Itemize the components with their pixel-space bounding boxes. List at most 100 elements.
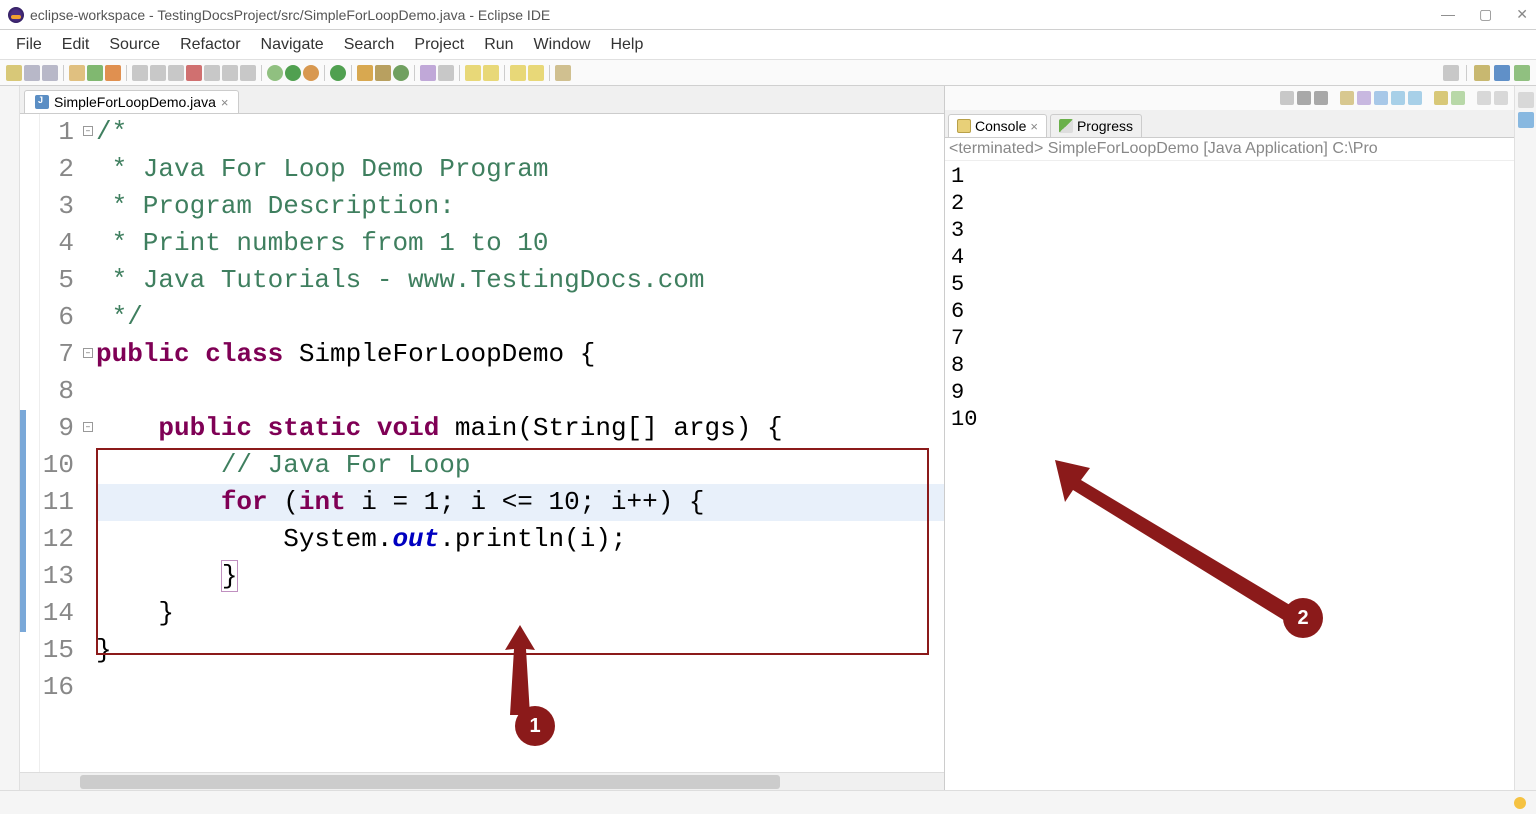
open-task-icon[interactable] (420, 65, 436, 81)
run-icon[interactable] (285, 65, 301, 81)
open-type-icon[interactable] (69, 65, 85, 81)
editor-tab-label: SimpleForLoopDemo.java (54, 94, 216, 110)
code-line-7[interactable]: public class SimpleForLoopDemo { (96, 336, 944, 373)
build-icon[interactable] (87, 65, 103, 81)
new-class-icon[interactable] (393, 65, 409, 81)
fold-gutter: – – – (82, 114, 96, 772)
editor-body[interactable]: 12345678910111213141516 ––– /* * Java Fo… (20, 114, 944, 772)
run-last-icon[interactable] (330, 65, 346, 81)
code-line-10[interactable]: // Java For Loop (96, 447, 944, 484)
debug-icon[interactable] (267, 65, 283, 81)
close-tab-icon[interactable]: × (221, 95, 229, 110)
display-selected-icon[interactable] (1434, 91, 1448, 105)
menu-navigate[interactable]: Navigate (253, 34, 332, 56)
menu-file[interactable]: File (8, 34, 50, 56)
show-console-icon[interactable] (1391, 91, 1405, 105)
java-perspective-icon[interactable] (1494, 65, 1510, 81)
menu-source[interactable]: Source (101, 34, 168, 56)
annotation-arrow-2 (1055, 460, 1315, 630)
menu-window[interactable]: Window (526, 34, 599, 56)
last-edit-icon[interactable] (510, 65, 526, 81)
code-line-4[interactable]: * Print numbers from 1 to 10 (96, 225, 944, 262)
code-line-2[interactable]: * Java For Loop Demo Program (96, 151, 944, 188)
save-all-icon[interactable] (42, 65, 58, 81)
console-tabs: Console × Progress (945, 110, 1514, 138)
forward-icon[interactable] (483, 65, 499, 81)
window-title: eclipse-workspace - TestingDocsProject/s… (30, 7, 550, 23)
terminate-console-icon[interactable] (1280, 91, 1294, 105)
code-line-12[interactable]: System.out.println(i); (96, 521, 944, 558)
title-bar: eclipse-workspace - TestingDocsProject/s… (0, 0, 1536, 30)
save-icon[interactable] (24, 65, 40, 81)
fold-toggle-icon[interactable]: – (83, 126, 93, 136)
remove-launch-icon[interactable] (1297, 91, 1311, 105)
code-line-1[interactable]: /* (96, 114, 944, 151)
terminate-icon[interactable] (186, 65, 202, 81)
step-return-icon[interactable] (240, 65, 256, 81)
fold-toggle-icon[interactable]: – (83, 348, 93, 358)
code-line-11[interactable]: for (int i = 1; i <= 10; i++) { (96, 484, 944, 521)
fold-toggle-icon[interactable]: – (83, 422, 93, 432)
step-over-icon[interactable] (222, 65, 238, 81)
step-into-icon[interactable] (204, 65, 220, 81)
console-tab[interactable]: Console × (948, 114, 1047, 137)
clear-console-icon[interactable] (1340, 91, 1354, 105)
new-package-icon[interactable] (375, 65, 391, 81)
minimize-view-icon[interactable] (1477, 91, 1491, 105)
menu-run[interactable]: Run (476, 34, 521, 56)
next-annotation-icon[interactable] (528, 65, 544, 81)
eclipse-icon (8, 7, 24, 23)
console-toolbar (945, 86, 1514, 110)
menu-refactor[interactable]: Refactor (172, 34, 248, 56)
word-wrap-icon[interactable] (1374, 91, 1388, 105)
new-icon[interactable] (6, 65, 22, 81)
code-line-13[interactable]: } (96, 558, 944, 595)
restore-icon[interactable] (1518, 92, 1534, 108)
editor-horizontal-scrollbar[interactable] (20, 772, 944, 790)
main-toolbar (0, 60, 1536, 86)
search-toolbar-icon[interactable] (1443, 65, 1459, 81)
coverage-icon[interactable] (303, 65, 319, 81)
skip-breakpoints-icon[interactable] (132, 65, 148, 81)
scrollbar-thumb[interactable] (80, 775, 780, 789)
annotation-badge-1: 1 (515, 706, 555, 746)
pin-console-icon[interactable] (1408, 91, 1422, 105)
marker-bar (20, 114, 40, 772)
search-task-icon[interactable] (438, 65, 454, 81)
progress-tab[interactable]: Progress (1050, 114, 1142, 137)
suspend-icon[interactable] (168, 65, 184, 81)
menu-edit[interactable]: Edit (54, 34, 98, 56)
status-bar (0, 790, 1536, 814)
back-icon[interactable] (465, 65, 481, 81)
toggle-icon[interactable] (105, 65, 121, 81)
code-line-3[interactable]: * Program Description: (96, 188, 944, 225)
menu-project[interactable]: Project (406, 34, 472, 56)
console-tab-label: Console (975, 118, 1026, 134)
editor-tab-active[interactable]: SimpleForLoopDemo.java × (24, 90, 239, 113)
maximize-view-icon[interactable] (1494, 91, 1508, 105)
remove-all-icon[interactable] (1314, 91, 1328, 105)
new-java-icon[interactable] (357, 65, 373, 81)
close-console-tab-icon[interactable]: × (1030, 119, 1038, 134)
scroll-lock-icon[interactable] (1357, 91, 1371, 105)
menu-help[interactable]: Help (602, 34, 651, 56)
resume-icon[interactable] (150, 65, 166, 81)
right-collapsed-panel[interactable] (1514, 86, 1536, 790)
outline-icon[interactable] (1518, 112, 1534, 128)
right-panel: Console × Progress <terminated> SimpleFo… (945, 86, 1514, 790)
maximize-button[interactable]: ▢ (1479, 6, 1492, 23)
code-line-6[interactable]: */ (96, 299, 944, 336)
debug-perspective-icon[interactable] (1514, 65, 1530, 81)
code-line-5[interactable]: * Java Tutorials - www.TestingDocs.com (96, 262, 944, 299)
open-perspective-icon[interactable] (1474, 65, 1490, 81)
menu-search[interactable]: Search (336, 34, 403, 56)
code-line-8[interactable] (96, 373, 944, 410)
open-console-icon[interactable] (1451, 91, 1465, 105)
pin-editor-icon[interactable] (555, 65, 571, 81)
close-button[interactable]: ✕ (1516, 6, 1528, 23)
tip-bulb-icon[interactable] (1514, 797, 1526, 809)
minimize-button[interactable]: — (1441, 6, 1455, 23)
left-collapsed-panel[interactable] (0, 86, 20, 790)
code-line-9[interactable]: public static void main(String[] args) { (96, 410, 944, 447)
java-file-icon (35, 95, 49, 109)
